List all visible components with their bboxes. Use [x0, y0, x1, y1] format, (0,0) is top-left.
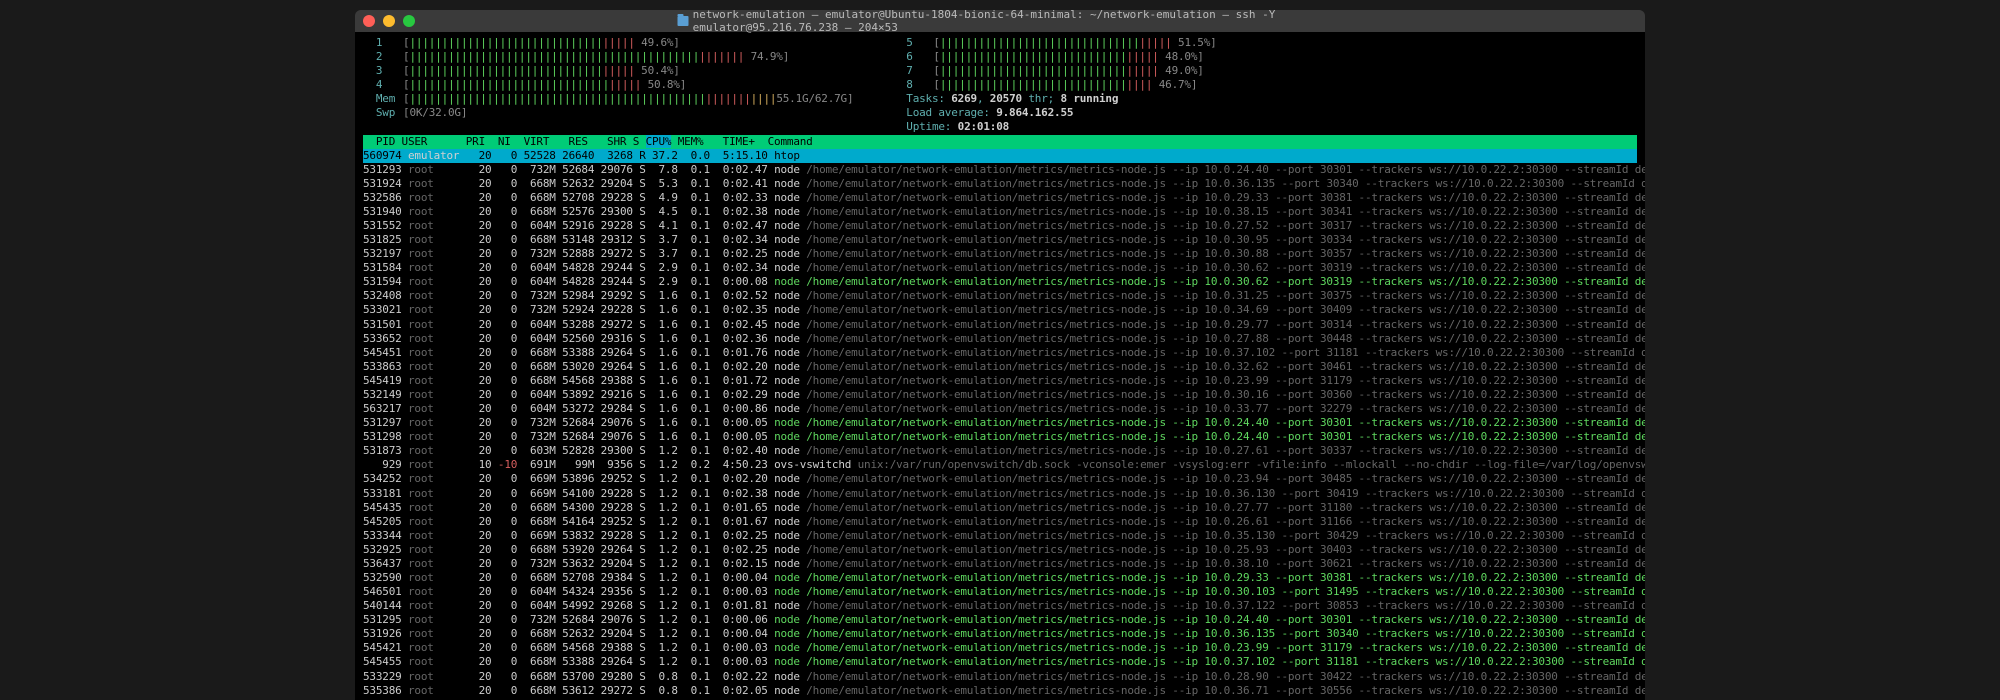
tasks-line: Tasks: 6269, 20570 thr; 8 running: [893, 92, 1216, 106]
cpu-meter-6: 6 [|||||||||||||||||||||||||||||||||| 48…: [893, 50, 1216, 64]
cpu-meter-8: 8 [||||||||||||||||||||||||||||||||| 46.…: [893, 78, 1216, 92]
terminal-window: network-emulation — emulator@Ubuntu-1804…: [355, 10, 1645, 700]
cpu-meter-7: 7 [|||||||||||||||||||||||||||||||||| 49…: [893, 64, 1216, 78]
process-row[interactable]: 531501 root 20 0 604M 53288 29272 S 1.6 …: [363, 318, 1637, 332]
process-row[interactable]: 532590 root 20 0 668M 52708 29384 S 1.2 …: [363, 571, 1637, 585]
cpu-meter-5: 5 [|||||||||||||||||||||||||||||||||||| …: [893, 36, 1216, 50]
process-row[interactable]: 545455 root 20 0 668M 53388 29264 S 1.2 …: [363, 655, 1637, 669]
cpu-meters-left: 1 [||||||||||||||||||||||||||||||||||| 4…: [363, 36, 853, 135]
process-row[interactable]: 531552 root 20 0 604M 52916 29228 S 4.1 …: [363, 219, 1637, 233]
process-row[interactable]: 545435 root 20 0 668M 54300 29228 S 1.2 …: [363, 501, 1637, 515]
process-row[interactable]: 546501 root 20 0 604M 54324 29356 S 1.2 …: [363, 585, 1637, 599]
process-row[interactable]: 531293 root 20 0 732M 52684 29076 S 7.8 …: [363, 163, 1637, 177]
process-row[interactable]: 531584 root 20 0 604M 54828 29244 S 2.9 …: [363, 261, 1637, 275]
titlebar: network-emulation — emulator@Ubuntu-1804…: [355, 10, 1645, 32]
uptime-line: Uptime: 02:01:08: [893, 120, 1216, 134]
terminal-content[interactable]: 1 [||||||||||||||||||||||||||||||||||| 4…: [355, 32, 1645, 700]
process-row[interactable]: 545419 root 20 0 668M 54568 29388 S 1.6 …: [363, 374, 1637, 388]
process-row[interactable]: 534252 root 20 0 669M 53896 29252 S 1.2 …: [363, 472, 1637, 486]
cpu-meter-2: 2 [|||||||||||||||||||||||||||||||||||||…: [363, 50, 853, 64]
title-label: network-emulation — emulator@Ubuntu-1804…: [693, 10, 1323, 34]
maximize-icon[interactable]: [403, 15, 415, 27]
process-header[interactable]: PID USER PRI NI VIRT RES SHR S CPU% MEM%…: [363, 135, 1637, 149]
process-row[interactable]: 563217 root 20 0 604M 53272 29284 S 1.6 …: [363, 402, 1637, 416]
process-row[interactable]: 531594 root 20 0 604M 54828 29244 S 2.9 …: [363, 275, 1637, 289]
cpu-meters-right: 5 [|||||||||||||||||||||||||||||||||||| …: [893, 36, 1216, 135]
process-row[interactable]: 533229 root 20 0 668M 53700 29280 S 0.8 …: [363, 670, 1637, 684]
process-row[interactable]: 531924 root 20 0 668M 52632 29204 S 5.3 …: [363, 177, 1637, 191]
process-row[interactable]: 532408 root 20 0 732M 52984 29292 S 1.6 …: [363, 289, 1637, 303]
process-row[interactable]: 531926 root 20 0 668M 52632 29204 S 1.2 …: [363, 627, 1637, 641]
window-title: network-emulation — emulator@Ubuntu-1804…: [678, 10, 1323, 34]
process-row[interactable]: 531297 root 20 0 732M 52684 29076 S 1.6 …: [363, 416, 1637, 430]
process-row[interactable]: 532925 root 20 0 668M 53920 29264 S 1.2 …: [363, 543, 1637, 557]
process-row[interactable]: 540144 root 20 0 604M 54992 29268 S 1.2 …: [363, 599, 1637, 613]
process-row[interactable]: 532586 root 20 0 668M 52708 29228 S 4.9 …: [363, 191, 1637, 205]
process-row[interactable]: 532197 root 20 0 732M 52888 29272 S 3.7 …: [363, 247, 1637, 261]
process-row[interactable]: 536437 root 20 0 732M 53632 29204 S 1.2 …: [363, 557, 1637, 571]
process-row[interactable]: 533021 root 20 0 732M 52924 29228 S 1.6 …: [363, 303, 1637, 317]
process-list[interactable]: 560974 emulator 20 0 52528 26640 3268 R …: [363, 149, 1637, 700]
close-icon[interactable]: [363, 15, 375, 27]
process-row[interactable]: 535386 root 20 0 668M 53612 29272 S 0.8 …: [363, 684, 1637, 698]
process-row[interactable]: 531825 root 20 0 668M 53148 29312 S 3.7 …: [363, 233, 1637, 247]
meters-area: 1 [||||||||||||||||||||||||||||||||||| 4…: [363, 36, 1637, 135]
traffic-lights: [363, 15, 415, 27]
cpu-meter-1: 1 [||||||||||||||||||||||||||||||||||| 4…: [363, 36, 853, 50]
process-row[interactable]: 929 root 10 -10 691M 99M 9356 S 1.2 0.2 …: [363, 458, 1637, 472]
process-row[interactable]: 531295 root 20 0 732M 52684 29076 S 1.2 …: [363, 613, 1637, 627]
process-row[interactable]: 531940 root 20 0 668M 52576 29300 S 4.5 …: [363, 205, 1637, 219]
mem-meter: Mem[||||||||||||||||||||||||||||||||||||…: [363, 92, 853, 106]
process-row[interactable]: 533652 root 20 0 604M 52560 29316 S 1.6 …: [363, 332, 1637, 346]
process-row[interactable]: 531298 root 20 0 732M 52684 29076 S 1.6 …: [363, 430, 1637, 444]
process-row[interactable]: 533863 root 20 0 668M 53020 29264 S 1.6 …: [363, 360, 1637, 374]
load-line: Load average: 9.86 4.16 2.55: [893, 106, 1216, 120]
swp-meter: Swp[ 0K/32.0G]: [363, 106, 853, 120]
process-row[interactable]: 545205 root 20 0 668M 54164 29252 S 1.2 …: [363, 515, 1637, 529]
process-row[interactable]: 545421 root 20 0 668M 54568 29388 S 1.2 …: [363, 641, 1637, 655]
cpu-meter-3: 3 [||||||||||||||||||||||||||||||||||| 5…: [363, 64, 853, 78]
process-row[interactable]: 531873 root 20 0 603M 52828 29300 S 1.2 …: [363, 444, 1637, 458]
process-row[interactable]: 560974 emulator 20 0 52528 26640 3268 R …: [363, 149, 1637, 163]
process-row[interactable]: 532149 root 20 0 604M 53892 29216 S 1.6 …: [363, 388, 1637, 402]
process-row[interactable]: 533181 root 20 0 669M 54100 29228 S 1.2 …: [363, 487, 1637, 501]
process-row[interactable]: 533344 root 20 0 669M 53832 29228 S 1.2 …: [363, 529, 1637, 543]
folder-icon: [678, 16, 689, 26]
cpu-meter-4: 4 [|||||||||||||||||||||||||||||||||||| …: [363, 78, 853, 92]
minimize-icon[interactable]: [383, 15, 395, 27]
process-row[interactable]: 545451 root 20 0 668M 53388 29264 S 1.6 …: [363, 346, 1637, 360]
